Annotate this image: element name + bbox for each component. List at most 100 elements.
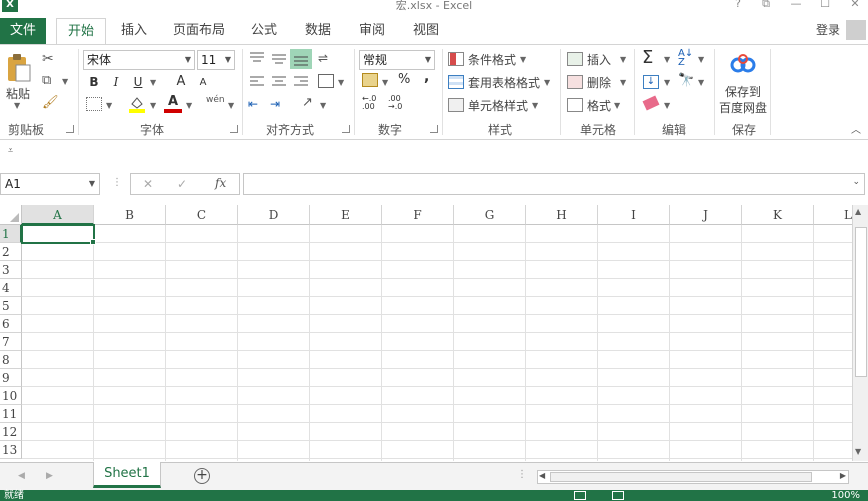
tab-file[interactable]: 文件 <box>0 18 46 44</box>
format-as-table-dropdown-icon[interactable]: ▼ <box>544 78 550 87</box>
save-to-baidu-button-line2[interactable]: 百度网盘 <box>719 99 767 116</box>
currency-icon[interactable] <box>362 73 378 87</box>
align-middle-icon[interactable] <box>270 51 288 68</box>
column-header[interactable]: K <box>742 205 814 225</box>
insert-function-button[interactable]: fx <box>215 176 226 190</box>
tab-page-layout[interactable]: 页面布局 <box>166 18 232 44</box>
vertical-scroll-thumb[interactable] <box>855 227 867 377</box>
merge-center-icon[interactable] <box>318 74 334 88</box>
prev-sheet-icon[interactable]: ◀ <box>18 471 25 481</box>
merge-dropdown-icon[interactable]: ▼ <box>338 78 344 87</box>
wrap-text-icon[interactable]: ⇌ <box>318 51 328 65</box>
column-header[interactable]: A <box>22 205 94 225</box>
horizontal-scroll-thumb[interactable] <box>550 472 812 482</box>
format-dropdown-icon[interactable]: ▼ <box>614 101 620 110</box>
grow-font-button[interactable]: A <box>172 73 190 91</box>
column-header[interactable]: L <box>814 205 852 225</box>
insert-cells-icon[interactable] <box>567 52 583 66</box>
select-all-button[interactable] <box>0 205 22 225</box>
normal-view-icon[interactable] <box>574 491 586 500</box>
row-header[interactable]: 9 <box>0 369 22 387</box>
new-sheet-button[interactable]: + <box>194 468 210 484</box>
sort-filter-dropdown-icon[interactable]: ▼ <box>698 55 704 64</box>
italic-button[interactable]: I <box>107 73 125 91</box>
customize-qat-icon[interactable]: ⩡ <box>8 146 13 156</box>
font-color-icon[interactable]: A <box>164 95 182 113</box>
fill-color-dropdown-icon[interactable]: ▼ <box>150 101 156 110</box>
row-header[interactable]: 5 <box>0 297 22 315</box>
align-bottom-icon[interactable] <box>290 49 312 69</box>
scroll-up-icon[interactable]: ▲ <box>855 207 861 216</box>
row-header[interactable]: 13 <box>0 441 22 459</box>
save-to-baidu-button[interactable]: 保存到 <box>725 83 761 100</box>
underline-button[interactable]: U <box>129 73 147 91</box>
baidu-cloud-icon[interactable] <box>728 53 758 79</box>
percent-style-button[interactable]: % <box>398 72 410 87</box>
column-header[interactable]: F <box>382 205 454 225</box>
maximize-button[interactable]: ☐ <box>815 0 835 10</box>
conditional-format-icon[interactable] <box>448 52 464 66</box>
delete-dropdown-icon[interactable]: ▼ <box>620 78 626 87</box>
formula-input[interactable]: ⌄ <box>243 173 865 195</box>
paste-icon[interactable] <box>6 53 32 83</box>
row-header[interactable]: 4 <box>0 279 22 297</box>
align-top-icon[interactable] <box>248 51 266 68</box>
tab-data[interactable]: 数据 <box>296 18 340 44</box>
tab-view[interactable]: 视图 <box>404 18 448 44</box>
horizontal-scrollbar[interactable]: ◀ ▶ <box>537 470 849 484</box>
collapse-ribbon-icon[interactable]: ︿ <box>851 121 861 136</box>
format-as-table-button[interactable]: 套用表格格式 <box>468 74 540 91</box>
copy-icon[interactable]: ⧉ <box>42 73 51 88</box>
sheet-tab-sheet1[interactable]: Sheet1 <box>93 462 161 488</box>
page-layout-view-icon[interactable] <box>612 491 624 500</box>
ribbon-display-options-button[interactable]: ⧉ <box>756 0 776 11</box>
name-box-dropdown-icon[interactable]: ▼ <box>89 174 95 194</box>
column-header[interactable]: C <box>166 205 238 225</box>
clear-icon[interactable] <box>642 95 660 111</box>
row-header[interactable]: 11 <box>0 405 22 423</box>
find-select-dropdown-icon[interactable]: ▼ <box>698 78 704 87</box>
tab-home[interactable]: 开始 <box>56 18 106 45</box>
cell-styles-dropdown-icon[interactable]: ▼ <box>532 101 538 110</box>
cell-styles-icon[interactable] <box>448 98 464 112</box>
cell-area[interactable] <box>22 225 852 461</box>
cancel-entry-button[interactable]: ✕ <box>143 177 153 191</box>
insert-cells-button[interactable]: 插入 <box>587 51 611 68</box>
number-format-select[interactable]: 常规 ▼ <box>359 50 435 70</box>
minimize-button[interactable]: — <box>786 0 806 10</box>
cut-icon[interactable]: ✂ <box>42 51 54 67</box>
scroll-left-icon[interactable]: ◀ <box>539 471 545 480</box>
decrease-indent-icon[interactable]: ⇤ <box>248 97 258 111</box>
currency-dropdown-icon[interactable]: ▼ <box>382 78 388 87</box>
conditional-format-dropdown-icon[interactable]: ▼ <box>520 55 526 64</box>
align-right-icon[interactable] <box>292 75 310 92</box>
clear-dropdown-icon[interactable]: ▼ <box>664 101 670 110</box>
vertical-scrollbar[interactable]: ▲ ▼ <box>852 205 868 461</box>
orientation-icon[interactable]: ↗ <box>302 95 313 110</box>
phonetic-guide-icon[interactable]: wén <box>206 95 225 105</box>
tab-review[interactable]: 审阅 <box>350 18 394 44</box>
column-header[interactable]: G <box>454 205 526 225</box>
next-sheet-icon[interactable]: ▶ <box>46 471 53 481</box>
expand-formula-bar-icon[interactable]: ⌄ <box>852 177 860 187</box>
row-header[interactable]: 12 <box>0 423 22 441</box>
border-dropdown-icon[interactable]: ▼ <box>106 101 112 110</box>
copy-dropdown-icon[interactable]: ▼ <box>62 77 68 86</box>
format-painter-icon[interactable]: 🖌 <box>42 95 59 110</box>
font-name-select[interactable]: 宋体 ▼ <box>83 50 195 70</box>
autosum-icon[interactable]: Σ <box>642 47 653 68</box>
row-header[interactable]: 2 <box>0 243 22 261</box>
sort-filter-icon[interactable]: A↓ Z <box>678 49 693 68</box>
column-header[interactable]: E <box>310 205 382 225</box>
format-cells-icon[interactable] <box>567 98 583 112</box>
delete-cells-button[interactable]: 删除 <box>587 74 611 91</box>
number-launcher-icon[interactable] <box>430 125 438 133</box>
alignment-launcher-icon[interactable] <box>342 125 350 133</box>
underline-dropdown-icon[interactable]: ▼ <box>150 78 156 87</box>
enter-entry-button[interactable]: ✓ <box>177 177 187 191</box>
phonetic-dropdown-icon[interactable]: ▼ <box>228 101 234 110</box>
paste-button[interactable]: 粘贴 <box>6 85 30 102</box>
align-center-icon[interactable] <box>270 75 288 92</box>
zoom-level[interactable]: 100% <box>831 490 860 501</box>
find-select-icon[interactable]: 🔭 <box>678 73 694 88</box>
